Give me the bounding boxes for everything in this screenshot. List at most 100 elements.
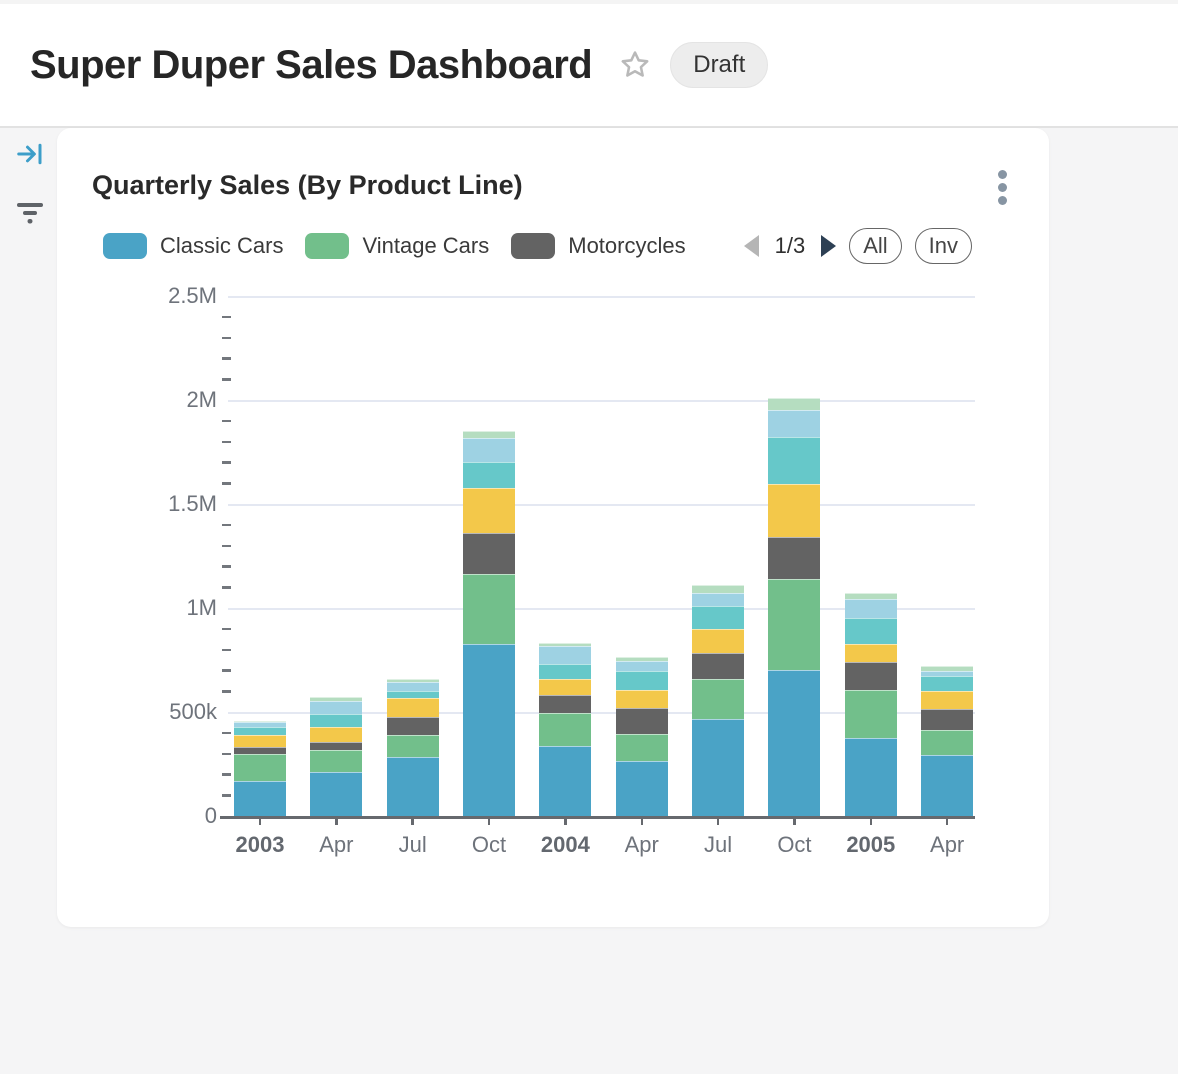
y-axis-minor-tick [222,690,231,693]
y-axis-minor-tick [222,441,231,444]
bar-segment[interactable] [310,701,362,714]
legend-item-vintage-cars[interactable]: Vintage Cars [305,233,489,259]
x-axis-tick-label: Apr [902,832,992,858]
legend-next-button[interactable] [821,235,836,257]
bar-segment[interactable] [463,462,515,488]
bar-segment[interactable] [692,585,744,593]
bar-segment[interactable] [692,679,744,719]
bar-segment[interactable] [539,746,591,816]
bar-segment[interactable] [845,618,897,645]
bar-segment[interactable] [616,708,668,735]
bar-segment[interactable] [539,713,591,746]
y-axis-tick-label: 0 [57,803,217,829]
bar-segment[interactable] [692,719,744,816]
bar-segment[interactable] [921,730,973,755]
bar-segment[interactable] [921,671,973,677]
bar-segment[interactable] [234,727,286,735]
bar-segment[interactable] [616,661,668,671]
card-menu-button[interactable] [994,166,1011,209]
x-axis-tick [641,818,644,825]
bar-segment[interactable] [845,690,897,737]
legend-prev-button[interactable] [744,235,759,257]
chart-title: Quarterly Sales (By Product Line) [92,170,523,201]
y-axis-minor-tick [222,732,231,735]
legend-select-all-button[interactable]: All [849,228,901,264]
bar-segment[interactable] [768,484,820,537]
x-axis-tick [335,818,338,825]
bar-segment[interactable] [310,772,362,816]
bar-segment[interactable] [234,747,286,755]
bar-segment[interactable] [692,606,744,630]
bar-segment[interactable] [310,714,362,727]
bar-segment[interactable] [463,533,515,574]
bar-segment[interactable] [387,757,439,816]
bar-segment[interactable] [463,431,515,438]
bar-segment[interactable] [845,662,897,690]
legend-item-motorcycles[interactable]: Motorcycles [511,233,685,259]
bar-segment[interactable] [539,664,591,679]
legend-page-indicator: 1/3 [775,233,806,259]
bar-segment[interactable] [768,579,820,670]
bar-segment[interactable] [387,735,439,757]
bar-segment[interactable] [463,438,515,462]
y-axis-minor-tick [222,482,231,485]
filter-button[interactable] [13,196,47,228]
bar-segment[interactable] [616,657,668,661]
bar-segment[interactable] [921,691,973,709]
bar-segment[interactable] [692,653,744,680]
bar-segment[interactable] [234,735,286,746]
bar-segment[interactable] [845,738,897,816]
bar-segment[interactable] [387,698,439,716]
bar-segment[interactable] [310,697,362,701]
bar-segment[interactable] [234,781,286,816]
bar-segment[interactable] [616,671,668,690]
bar-segment[interactable] [463,644,515,816]
status-badge: Draft [670,42,768,88]
bar-segment[interactable] [387,679,439,682]
bar-segment[interactable] [921,709,973,730]
bar-segment[interactable] [539,646,591,663]
legend-item-classic-cars[interactable]: Classic Cars [103,233,283,259]
y-axis-tick-label: 2M [57,387,217,413]
bar-segment[interactable] [616,690,668,708]
bar-segment[interactable] [768,537,820,579]
bar-segment[interactable] [310,742,362,750]
bar-segment[interactable] [616,734,668,761]
legend-invert-button[interactable]: Inv [915,228,972,264]
bar-segment[interactable] [616,761,668,816]
bar-segment[interactable] [387,717,439,735]
bar-segment[interactable] [310,750,362,771]
x-axis-tick [488,818,491,825]
bar-segment[interactable] [921,676,973,690]
bar-segment[interactable] [692,629,744,652]
bar-segment[interactable] [768,398,820,411]
bar-segment[interactable] [234,722,286,727]
collapse-panel-button[interactable] [13,138,47,170]
bar-segment[interactable] [539,643,591,647]
bar-segment[interactable] [692,593,744,606]
bar-segment[interactable] [539,679,591,696]
bar-segment[interactable] [463,488,515,533]
bar-segment[interactable] [845,644,897,662]
dashboard-title: Super Duper Sales Dashboard [30,43,592,88]
bar-segment[interactable] [768,437,820,484]
bar-segment[interactable] [845,593,897,600]
bar-segment[interactable] [234,721,286,722]
y-axis-tick-label: 500k [57,699,217,725]
bar-segment[interactable] [921,666,973,671]
legend-swatch [305,233,349,259]
y-axis-minor-tick [222,649,231,652]
bar-segment[interactable] [387,682,439,691]
bar-segment[interactable] [310,727,362,742]
chart-legend: Classic Cars Vintage Cars Motorcycles 1/… [103,226,1011,266]
bar-segment[interactable] [921,755,973,816]
favorite-star-icon[interactable] [618,48,652,82]
bar-segment[interactable] [539,695,591,713]
bar-segment[interactable] [387,691,439,698]
bar-segment[interactable] [768,670,820,816]
bar-segment[interactable] [463,574,515,644]
arrow-to-bar-icon [15,139,45,169]
bar-segment[interactable] [768,410,820,437]
bar-segment[interactable] [845,599,897,617]
bar-segment[interactable] [234,754,286,780]
